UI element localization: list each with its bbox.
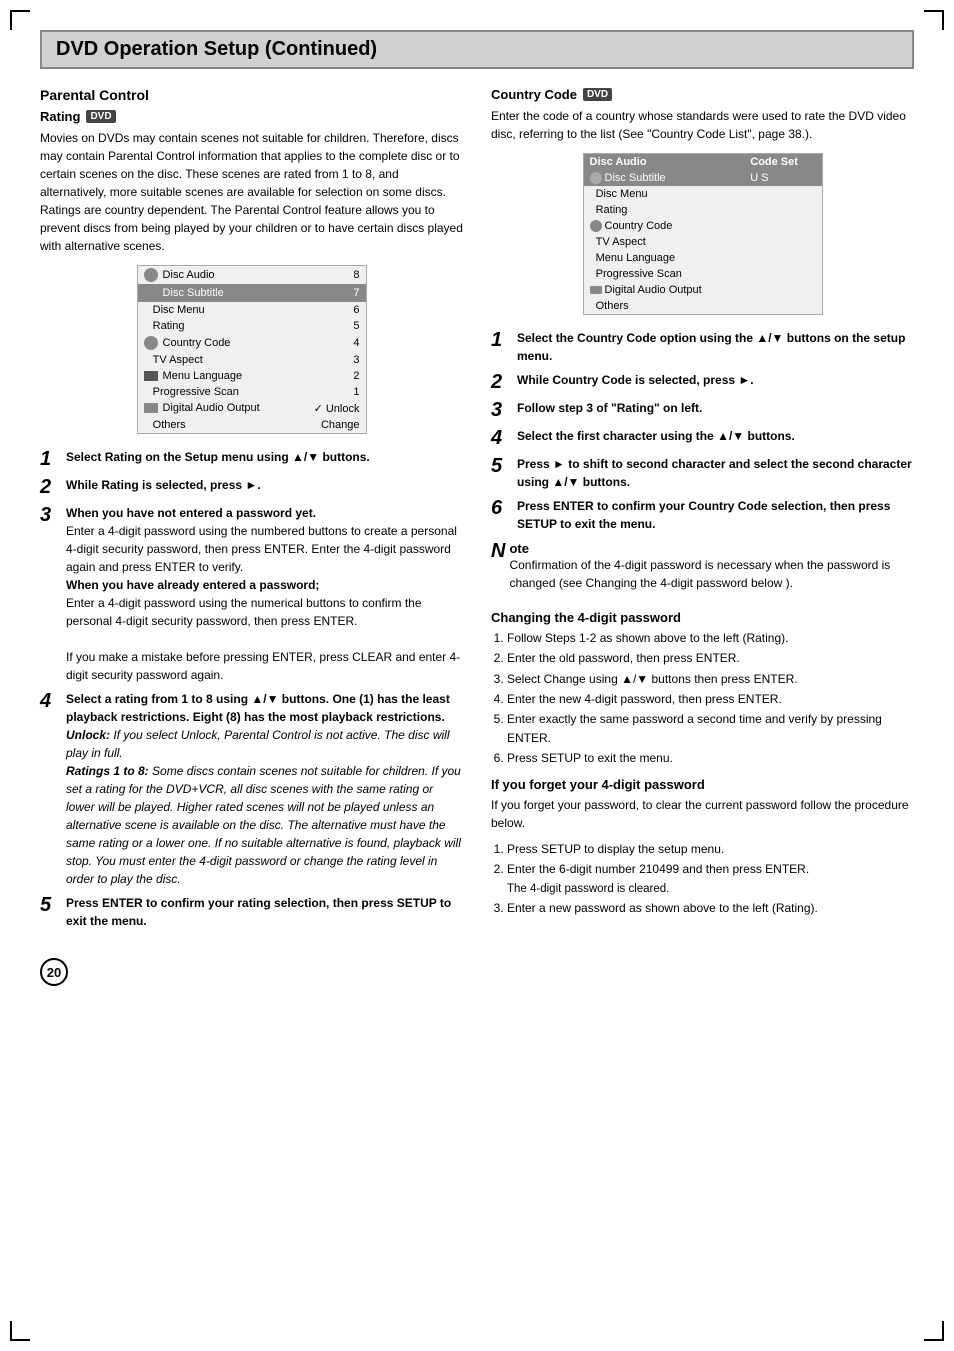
rating-intro: Movies on DVDs may contain scenes not su…: [40, 129, 463, 255]
country-code-intro: Enter the code of a country whose standa…: [491, 107, 914, 143]
left-column: Parental Control Rating DVD Movies on DV…: [40, 87, 463, 938]
country-code-steps: 1 Select the Country Code option using t…: [491, 329, 914, 533]
list-item: Follow Steps 1-2 as shown above to the l…: [507, 629, 914, 648]
rating-setup-menu: Disc Audio 8 Disc Subtitle 7 Disc Menu 6…: [137, 265, 367, 434]
country-menu-country-code: Country Code: [584, 218, 822, 234]
menu-row-others: Others Change: [138, 417, 366, 433]
note-section: N ote Confirmation of the 4-digit passwo…: [491, 541, 914, 600]
country-menu-subtitle: Disc Subtitle U S: [584, 170, 822, 186]
list-item: Enter a new password as shown above to t…: [507, 899, 914, 918]
rating-step-2: 2 While Rating is selected, press ►.: [40, 476, 463, 498]
cc-step-6: 6 Press ENTER to confirm your Country Co…: [491, 497, 914, 533]
list-item: Enter the new 4-digit password, then pre…: [507, 690, 914, 709]
page-number: 20: [40, 958, 68, 986]
menu-row-disc-menu: Disc Menu 6: [138, 302, 366, 318]
country-menu-tv-aspect: TV Aspect: [584, 234, 822, 250]
menu-row-disc-subtitle: Disc Subtitle 7: [138, 284, 366, 302]
page-number-area: 20: [40, 958, 914, 986]
changing-password-heading: Changing the 4-digit password: [491, 610, 914, 625]
note-ote-label: ote: [509, 541, 529, 556]
cc-step-2: 2 While Country Code is selected, press …: [491, 371, 914, 393]
country-menu-prog-scan: Progressive Scan: [584, 266, 822, 282]
rating-heading: Rating DVD: [40, 109, 463, 124]
right-column: Country Code DVD Enter the code of a cou…: [491, 87, 914, 938]
country-menu-rating: Rating: [584, 202, 822, 218]
country-menu-menu-lang: Menu Language: [584, 250, 822, 266]
parental-control-heading: Parental Control: [40, 87, 463, 103]
menu-row-country-code: Country Code 4: [138, 334, 366, 352]
list-item: Enter the old password, then press ENTER…: [507, 649, 914, 668]
rating-dvd-badge: DVD: [86, 110, 115, 123]
forget-password-intro: If you forget your password, to clear th…: [491, 796, 914, 832]
list-item: Press SETUP to display the setup menu.: [507, 840, 914, 859]
disc-subtitle-icon: [144, 286, 158, 300]
disc-icon: [144, 268, 158, 282]
list-item: Enter exactly the same password a second…: [507, 710, 914, 748]
cc-step-3: 3 Follow step 3 of "Rating" on left.: [491, 399, 914, 421]
forget-password-list: Press SETUP to display the setup menu. E…: [507, 840, 914, 919]
rating-step-3: 3 When you have not entered a password y…: [40, 504, 463, 684]
cc-step-1: 1 Select the Country Code option using t…: [491, 329, 914, 365]
changing-password-list: Follow Steps 1-2 as shown above to the l…: [507, 629, 914, 768]
page-title-bar: DVD Operation Setup (Continued): [40, 30, 914, 69]
country-menu-others: Others: [584, 298, 822, 314]
country-code-dvd-badge: DVD: [583, 88, 612, 101]
country-menu-disc-menu: Disc Menu: [584, 186, 822, 202]
menu-row-menu-language: Menu Language 2: [138, 368, 366, 384]
cc-step-5: 5 Press ► to shift to second character a…: [491, 455, 914, 491]
forget-password-heading: If you forget your 4-digit password: [491, 777, 914, 792]
page-title: DVD Operation Setup (Continued): [56, 38, 898, 61]
country-code-menu: Disc Audio Code Set Disc Subtitle U S Di…: [583, 153, 823, 315]
list-item: Enter the 6-digit number 210499 and then…: [507, 860, 914, 899]
note-text: Confirmation of the 4-digit password is …: [509, 556, 914, 592]
menu-row-tv-aspect: TV Aspect 3: [138, 352, 366, 368]
country-code-heading: Country Code DVD: [491, 87, 914, 102]
rating-step-1: 1 Select Rating on the Setup menu using …: [40, 448, 463, 470]
note-n-icon: N: [491, 541, 505, 561]
menu-row-progressive-scan: Progressive Scan 1: [138, 384, 366, 400]
rating-step-4: 4 Select a rating from 1 to 8 using ▲/▼ …: [40, 690, 463, 888]
cc-step-4: 4 Select the first character using the ▲…: [491, 427, 914, 449]
rating-step-5: 5 Press ENTER to confirm your rating sel…: [40, 894, 463, 930]
menu-row-digital-audio: Digital Audio Output ✓ Unlock: [138, 400, 366, 417]
country-menu-digital-audio: Digital Audio Output: [584, 282, 822, 298]
list-item: Press SETUP to exit the menu.: [507, 749, 914, 768]
country-menu-header: Disc Audio Code Set: [584, 154, 822, 170]
menu-row-rating: Rating 5: [138, 318, 366, 334]
menu-row-disc-audio: Disc Audio 8: [138, 266, 366, 284]
password-cleared-note: The 4-digit password is cleared.: [507, 883, 669, 895]
list-item: Select Change using ▲/▼ buttons then pre…: [507, 670, 914, 689]
rating-steps: 1 Select Rating on the Setup menu using …: [40, 448, 463, 930]
